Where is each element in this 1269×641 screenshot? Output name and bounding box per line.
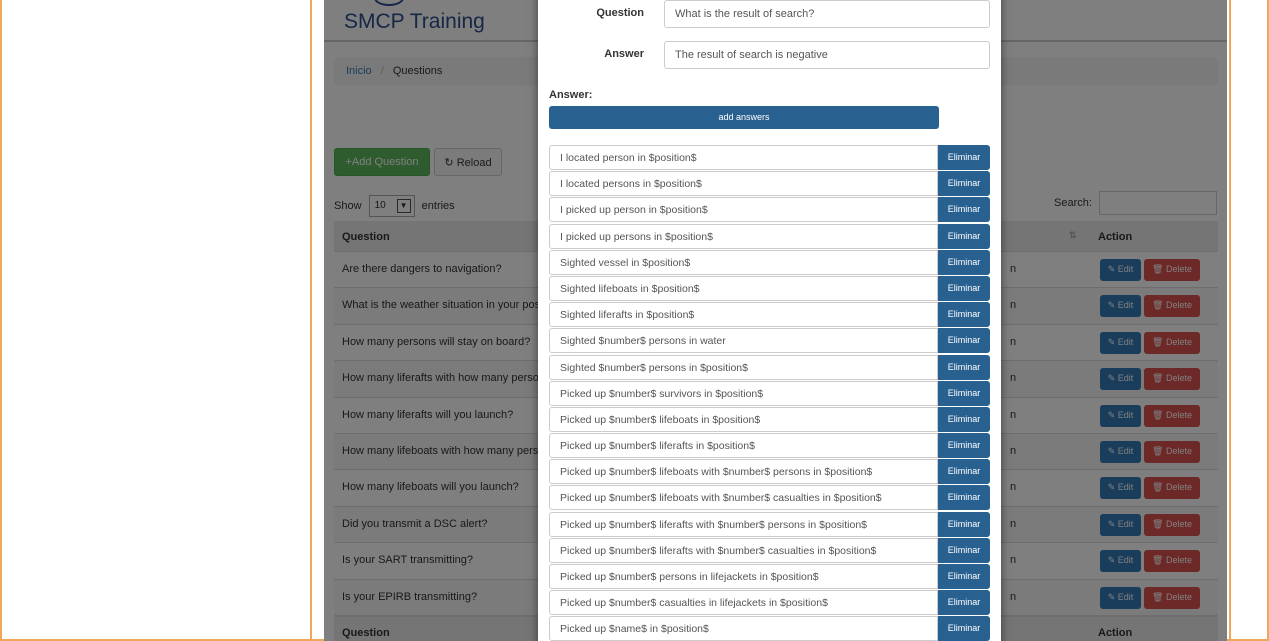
edit-question-modal: Question What is the result of search? A… (538, 0, 1001, 641)
remove-answer-button[interactable]: Eliminar (938, 328, 990, 354)
answer-item: I located persons in $position$ Eliminar (549, 171, 990, 197)
answer-item: Picked up $name$ in $position$ Eliminar (549, 616, 990, 641)
answer-field[interactable]: I located persons in $position$ (549, 171, 938, 197)
answer-field[interactable]: Sighted liferafts in $position$ (549, 302, 938, 328)
remove-answer-button[interactable]: Eliminar (938, 275, 990, 301)
answer-item: Sighted vessel in $position$ Eliminar (549, 249, 990, 276)
answer-item: Picked up $number$ liferafts with $numbe… (549, 511, 990, 538)
app-page: SMCP Training Inicio / Questions +Add Qu… (324, 0, 1227, 641)
remove-answer-button[interactable]: Eliminar (938, 433, 990, 459)
answer-field[interactable]: Picked up $number$ casualties in lifejac… (549, 590, 938, 616)
remove-answer-button[interactable]: Eliminar (938, 511, 990, 537)
answer-item: I picked up persons in $position$ Elimina… (549, 223, 990, 250)
remove-answer-button[interactable]: Eliminar (938, 459, 990, 485)
answer-field[interactable]: Picked up $number$ liferafts with $numbe… (549, 511, 938, 537)
answer-item: Sighted $number$ persons in $position$ El… (549, 354, 990, 381)
answer-field[interactable]: Picked up $number$ liferafts with $numbe… (549, 537, 938, 563)
answer-field[interactable]: Picked up $number$ survivors in $positio… (549, 380, 938, 406)
answer-field[interactable]: Picked up $number$ persons in lifejacket… (549, 564, 938, 589)
answer-field[interactable]: Sighted lifeboats in $position$ (549, 275, 938, 301)
answer-field[interactable]: Picked up $number$ lifeboats in $positio… (549, 406, 938, 432)
question-row: Question What is the result of search? (538, 0, 1001, 28)
remove-answer-button[interactable]: Eliminar (938, 485, 990, 511)
remove-answer-button[interactable]: Eliminar (938, 590, 990, 616)
answer-item: Picked up $number$ casualties in lifejac… (549, 590, 990, 616)
remove-answer-button[interactable]: Eliminar (938, 197, 990, 223)
answer-item: Sighted lifeboats in $position$ Eliminar (549, 275, 990, 302)
answers-heading: Answer: (549, 89, 593, 101)
answer-item: Picked up $number$ liferafts in $positio… (549, 433, 990, 459)
remove-answer-button[interactable]: Eliminar (938, 249, 990, 275)
question-label: Question (596, 7, 644, 19)
answer-field[interactable]: Picked up $number$ liferafts in $positio… (549, 433, 938, 459)
answer-item: I picked up person in $position$ Eliminar (549, 197, 990, 223)
answer-field[interactable]: Sighted $number$ persons in water (549, 328, 938, 354)
question-input[interactable]: What is the result of search? (664, 0, 990, 28)
answer-field[interactable]: Picked up $name$ in $position$ (549, 616, 938, 641)
answer-field[interactable]: Sighted $number$ persons in $position$ (549, 354, 938, 380)
frame-divider-right (1229, 0, 1231, 641)
answer-item: I located person in $position$ Eliminar (549, 145, 990, 171)
remove-answer-button[interactable]: Eliminar (938, 223, 990, 249)
remove-answer-button[interactable]: Eliminar (938, 302, 990, 328)
answer-input[interactable]: The result of search is negative (664, 41, 990, 69)
remove-answer-button[interactable]: Eliminar (938, 380, 990, 406)
remove-answer-button[interactable]: Eliminar (938, 406, 990, 432)
answer-field[interactable]: Picked up $number$ lifeboats with $numbe… (549, 459, 938, 485)
answer-item: Picked up $number$ lifeboats with $numbe… (549, 485, 990, 511)
answer-item: Picked up $number$ liferafts with $numbe… (549, 537, 990, 564)
remove-answer-button[interactable]: Eliminar (938, 145, 990, 170)
answer-item: Picked up $number$ lifeboats with $numbe… (549, 459, 990, 485)
answer-label: Answer (604, 48, 644, 60)
answers-list: I located person in $position$ Eliminar I … (549, 145, 990, 641)
answer-item: Sighted $number$ persons in water Elimina… (549, 328, 990, 354)
remove-answer-button[interactable]: Eliminar (938, 537, 990, 563)
remove-answer-button[interactable]: Eliminar (938, 171, 990, 197)
answer-item: Picked up $number$ lifeboats in $positio… (549, 406, 990, 433)
answer-field[interactable]: I picked up person in $position$ (549, 197, 938, 223)
remove-answer-button[interactable]: Eliminar (938, 564, 990, 589)
add-answers-button[interactable]: add answers (549, 106, 939, 129)
answer-item: Picked up $number$ persons in lifejacket… (549, 564, 990, 590)
answer-field[interactable]: Picked up $number$ lifeboats with $numbe… (549, 485, 938, 511)
answer-item: Sighted liferafts in $position$ Eliminar (549, 302, 990, 328)
frame-divider-left (310, 0, 312, 641)
answer-field[interactable]: Sighted vessel in $position$ (549, 249, 938, 275)
answer-row: Answer The result of search is negative (538, 41, 1001, 69)
remove-answer-button[interactable]: Eliminar (938, 354, 990, 380)
answer-field[interactable]: I picked up persons in $position$ (549, 223, 938, 249)
answer-item: Picked up $number$ survivors in $positio… (549, 380, 990, 407)
remove-answer-button[interactable]: Eliminar (938, 616, 990, 641)
answer-field[interactable]: I located person in $position$ (549, 145, 938, 170)
